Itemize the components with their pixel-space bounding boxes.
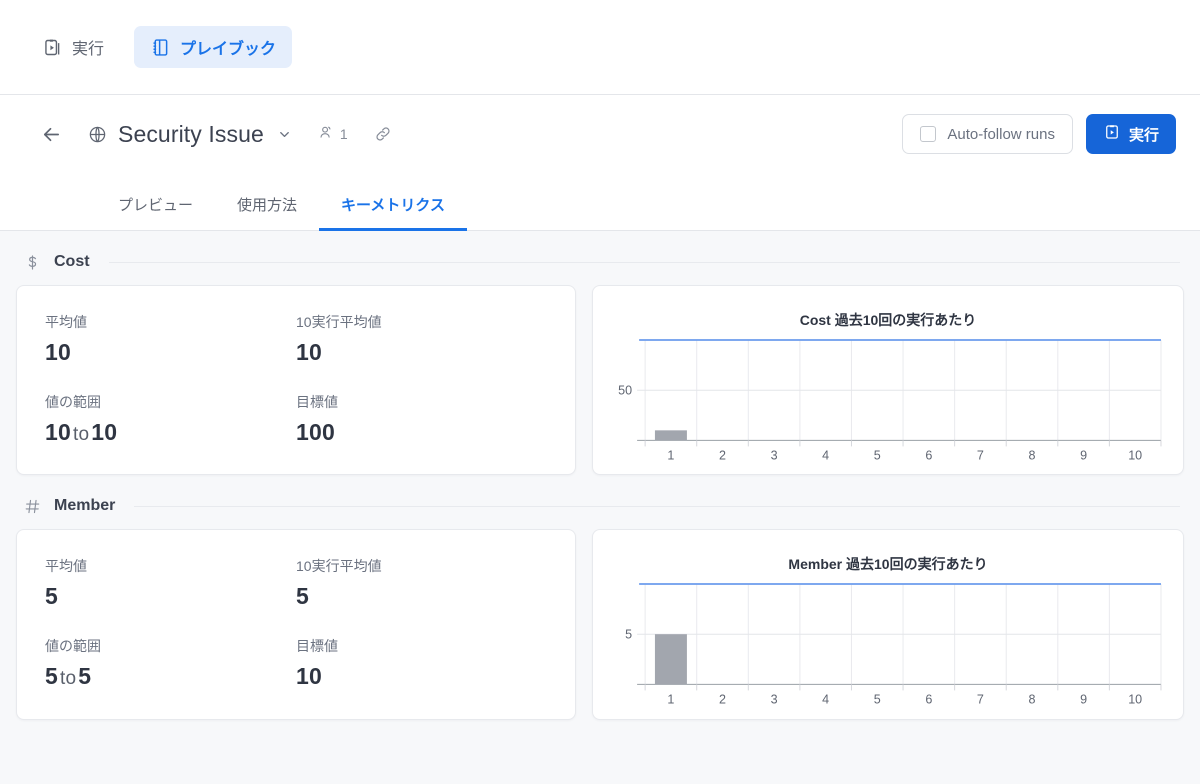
stat-value: 5 — [296, 583, 309, 610]
stat-value: 10 to10 — [45, 419, 296, 446]
stats-card-cost: 平均値 10 10実行平均値 10 値の範囲 10 to10 目標値 100 — [16, 285, 576, 476]
svg-text:8: 8 — [1029, 693, 1036, 707]
tab-bar: プレビュー 使用方法 キーメトリクス — [0, 173, 1200, 231]
page-header: Security Issue 1 Auto-follow runs 実行 — [0, 95, 1200, 173]
stat-last10-average-member: 10実行平均値 5 — [296, 556, 547, 610]
tab-preview[interactable]: プレビュー — [96, 194, 215, 231]
run-button[interactable]: 実行 — [1085, 114, 1176, 154]
stat-label: 10実行平均値 — [296, 558, 382, 575]
user-badge-icon — [318, 124, 335, 144]
stat-target-member: 目標値 10 — [296, 636, 547, 690]
range-from: 10 — [45, 419, 71, 445]
stat-value: 100 — [296, 419, 335, 445]
svg-text:10: 10 — [1128, 693, 1142, 707]
range-to: 5 — [78, 663, 92, 690]
toolbar-item-run[interactable]: 実行 — [26, 26, 120, 68]
chart-title-cost: Cost 過去10回の実行あたり — [799, 312, 977, 328]
stat-label: 平均値 — [45, 314, 87, 330]
svg-text:5: 5 — [874, 448, 881, 462]
chart-card-member: Member 過去10回の実行あたり 5 1 2 3 4 5 6 7 8 9 10 — [592, 529, 1184, 720]
svg-text:3: 3 — [771, 448, 778, 462]
dollar-icon — [24, 254, 41, 271]
svg-text:50: 50 — [618, 384, 632, 398]
section-divider — [134, 505, 1180, 507]
auto-follow-label: Auto-follow runs — [947, 125, 1055, 143]
chart-title-member: Member 過去10回の実行あたり — [788, 556, 988, 573]
chart-card-cost: Cost 過去10回の実行あたり 50 1 2 3 4 5 6 7 8 9 10 — [592, 285, 1184, 476]
members-count: 1 — [339, 126, 348, 142]
stat-range-cost: 値の範囲 10 to10 — [45, 392, 296, 446]
svg-text:9: 9 — [1080, 693, 1087, 707]
svg-text:1: 1 — [667, 448, 674, 462]
stat-last10-average-cost: 10実行平均値 10 — [296, 312, 547, 366]
section-body-member: 平均値 5 10実行平均値 5 値の範囲 5 to5 目標値 10 Member … — [16, 529, 1184, 720]
auto-follow-checkbox[interactable] — [920, 126, 937, 142]
stat-label: 値の範囲 — [45, 394, 101, 410]
chart-member: 5 1 2 3 4 5 6 7 8 9 10 — [607, 578, 1169, 710]
run-button-label: 実行 — [1128, 126, 1159, 144]
stat-label: 10実行平均値 — [296, 314, 382, 330]
svg-text:7: 7 — [977, 448, 984, 462]
section-title-cost: Cost — [54, 253, 90, 270]
svg-text:7: 7 — [977, 693, 984, 707]
svg-text:5: 5 — [625, 628, 632, 642]
section-header-cost: Cost — [16, 231, 1184, 285]
stat-range-member: 値の範囲 5 to5 — [45, 636, 296, 690]
svg-text:8: 8 — [1029, 448, 1036, 462]
section-header-member: Member — [16, 475, 1184, 529]
hash-icon — [24, 498, 41, 515]
section-body-cost: 平均値 10 10実行平均値 10 値の範囲 10 to10 目標値 100 Co… — [16, 285, 1184, 476]
stat-value: 10 — [296, 663, 322, 690]
back-button[interactable] — [36, 119, 66, 149]
main-content: Cost 平均値 10 10実行平均値 10 値の範囲 10to10 目標値 — [0, 231, 1200, 784]
link-icon[interactable] — [374, 125, 392, 143]
clipboard-play-icon — [42, 37, 63, 58]
stat-value: 5 to5 — [45, 663, 296, 690]
stat-average-member: 平均値 5 — [45, 556, 296, 610]
chart-cost: 50 1 2 3 4 5 6 7 8 9 10 — [607, 334, 1169, 466]
svg-text:4: 4 — [822, 693, 829, 707]
tab-key-metrics[interactable]: キーメトリクス — [319, 194, 467, 231]
stat-average-cost: 平均値 10 — [45, 312, 296, 366]
svg-text:10: 10 — [1128, 448, 1142, 462]
range-from: 5 — [45, 663, 58, 690]
chevron-down-icon[interactable] — [277, 127, 292, 142]
stats-card-member: 平均値 5 10実行平均値 5 値の範囲 5 to5 目標値 10 — [16, 529, 576, 720]
svg-text:3: 3 — [771, 693, 778, 707]
stat-label: 目標値 — [296, 394, 338, 410]
section-title-member: Member — [54, 497, 116, 515]
header-actions: Auto-follow runs 実行 — [902, 114, 1176, 154]
stat-value: 10 — [45, 339, 71, 365]
notebook-icon — [150, 37, 171, 58]
top-toolbar: 実行 プレイブック — [0, 0, 1200, 95]
svg-text:2: 2 — [719, 448, 726, 462]
svg-text:6: 6 — [925, 448, 932, 462]
stat-target-cost: 目標値 100 — [296, 392, 547, 446]
toolbar-item-playbook-label: プレイブック — [180, 41, 277, 58]
stat-label: 値の範囲 — [45, 638, 101, 655]
toolbar-item-run-label: 実行 — [72, 41, 105, 58]
members-indicator[interactable]: 1 — [318, 124, 348, 144]
tab-usage[interactable]: 使用方法 — [215, 194, 319, 231]
range-join: to — [72, 424, 90, 445]
svg-text:2: 2 — [719, 693, 726, 707]
svg-text:4: 4 — [822, 448, 829, 462]
auto-follow-runs-toggle[interactable]: Auto-follow runs — [902, 114, 1073, 154]
svg-text:9: 9 — [1080, 448, 1087, 462]
globe-icon — [88, 125, 107, 144]
page-title-group: Security Issue — [88, 121, 292, 148]
stat-value: 10 — [296, 339, 322, 365]
range-to: 10 — [91, 419, 118, 445]
stat-label: 目標値 — [296, 638, 338, 655]
stat-label: 平均値 — [45, 558, 87, 575]
toolbar-item-playbook[interactable]: プレイブック — [134, 26, 293, 68]
svg-text:6: 6 — [925, 693, 932, 707]
stat-value: 5 — [45, 583, 58, 610]
svg-text:5: 5 — [874, 693, 881, 707]
clipboard-play-icon — [1103, 123, 1121, 145]
section-divider — [108, 261, 1180, 263]
page-title: Security Issue — [118, 120, 264, 147]
svg-text:1: 1 — [667, 693, 674, 707]
range-join: to — [60, 668, 77, 690]
